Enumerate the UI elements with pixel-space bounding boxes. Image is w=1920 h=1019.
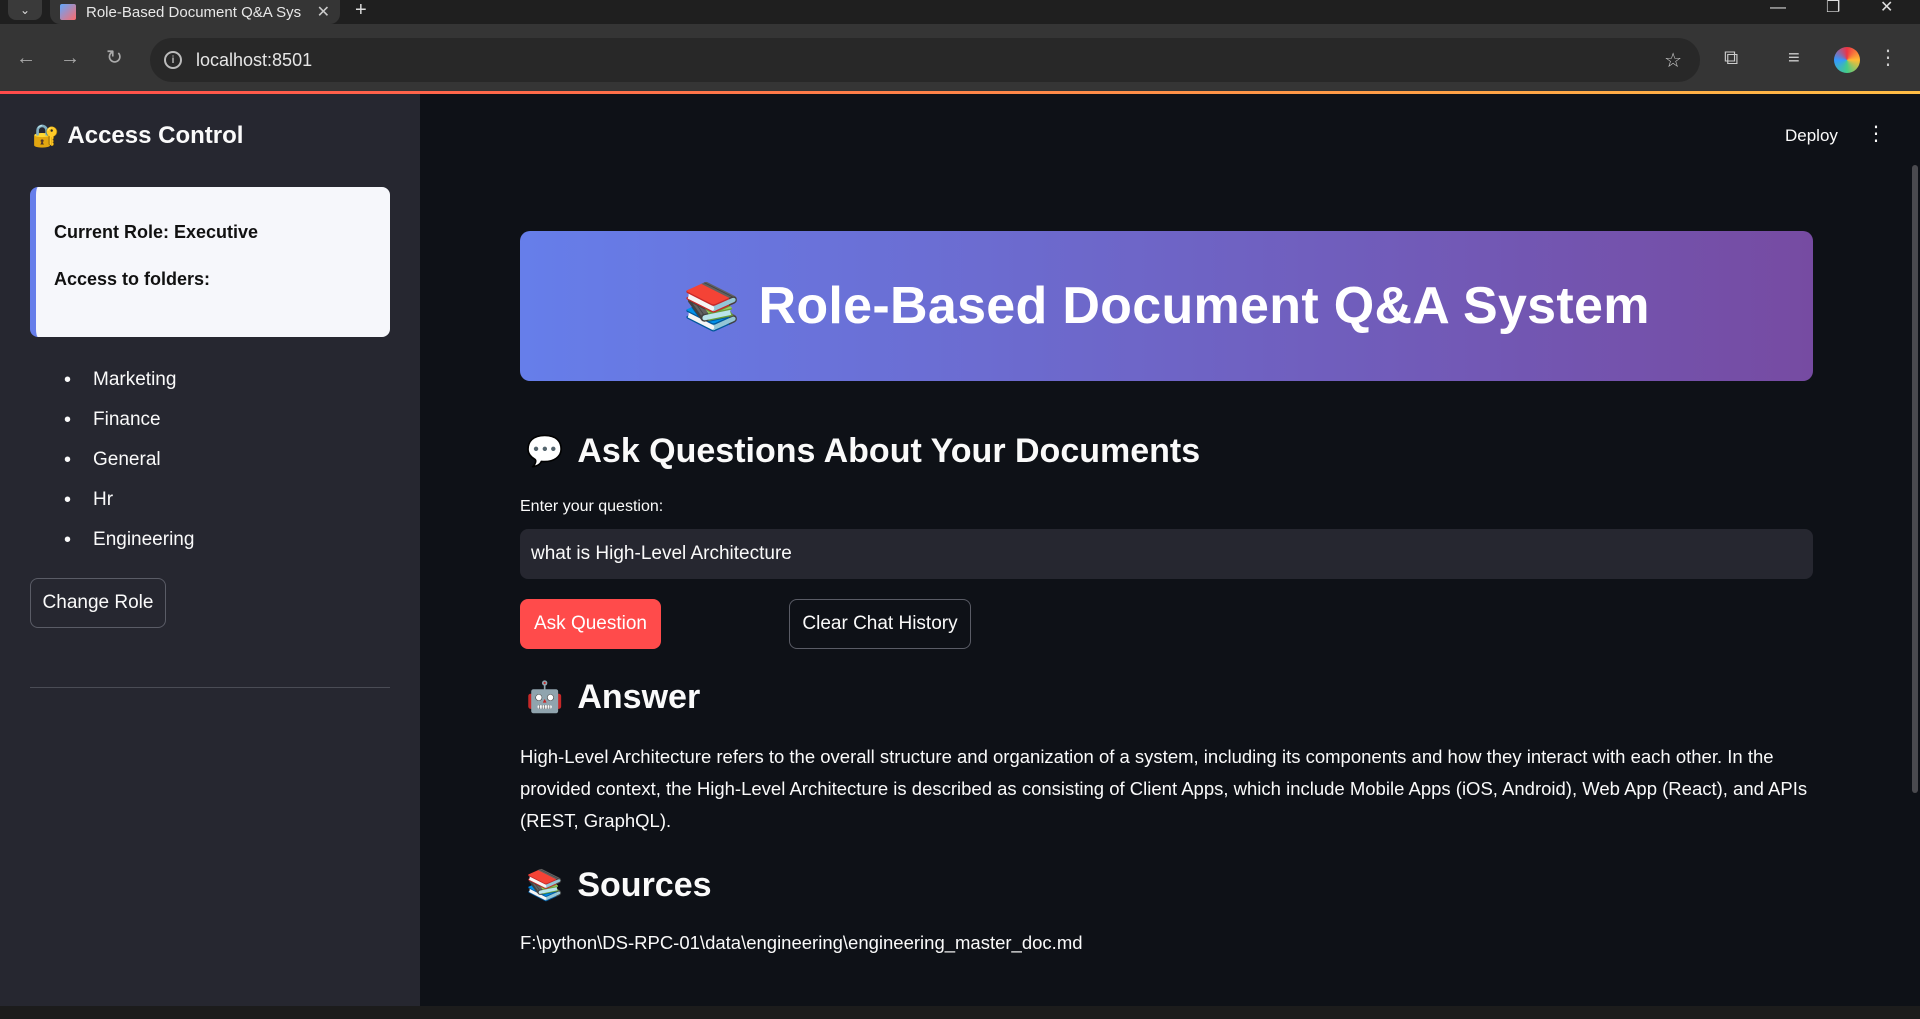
folder-item: Hr (62, 480, 194, 520)
deploy-button[interactable]: Deploy (1785, 126, 1838, 146)
sidebar-title-text: Access Control (67, 122, 244, 149)
answer-text: High-Level Architecture refers to the ov… (520, 746, 1808, 831)
speech-bubble-icon: 💬 (526, 435, 564, 468)
folder-list: Marketing Finance General Hr Engineering (62, 360, 194, 560)
profile-avatar[interactable] (1834, 47, 1860, 73)
title-banner: 📚 Role-Based Document Q&A System (520, 231, 1813, 381)
tab-search-button[interactable]: ⌄ (8, 0, 42, 20)
new-tab-icon[interactable]: + (355, 0, 367, 20)
window-close-icon[interactable]: ✕ (1880, 0, 1893, 16)
current-role-text: Current Role: Executive (54, 222, 259, 242)
change-role-button[interactable]: Change Role (30, 578, 166, 628)
browser-tab[interactable]: Role-Based Document Q&A Sys ✕ (50, 0, 340, 24)
address-url: localhost:8501 (196, 49, 313, 70)
folder-item: Engineering (62, 520, 194, 560)
tab-favicon-icon (60, 4, 76, 20)
locked-with-key-icon: 🔐 (32, 123, 60, 148)
scrollbar[interactable] (1912, 165, 1918, 793)
extensions-icon[interactable]: ⧉ (1724, 48, 1738, 68)
robot-icon: 🤖 (526, 681, 564, 714)
bookmark-star-icon[interactable]: ☆ (1664, 48, 1682, 73)
ask-question-button[interactable]: Ask Question (520, 599, 661, 649)
reload-icon[interactable]: ↻ (106, 48, 123, 68)
role-info-card: Current Role: Executive Access to folder… (30, 187, 390, 337)
answer-heading-text: Answer (577, 678, 701, 716)
ask-heading-text: Ask Questions About Your Documents (577, 432, 1201, 470)
sources-heading: 📚 Sources (526, 866, 712, 905)
sources-heading-text: Sources (577, 866, 712, 904)
chevron-down-icon: ⌄ (19, 3, 31, 17)
browser-menu-icon[interactable]: ⋮ (1878, 48, 1898, 68)
browser-tab-strip: ⌄ Role-Based Document Q&A Sys ✕ + — ❐ ✕ (0, 0, 1920, 24)
sidebar-divider (30, 687, 390, 688)
access-folders-label: Access to folders: (54, 269, 211, 289)
ask-heading: 💬 Ask Questions About Your Documents (526, 432, 1200, 471)
site-info-icon[interactable]: i (164, 51, 182, 69)
restore-icon[interactable]: ❐ (1826, 0, 1840, 16)
folder-item: Marketing (62, 360, 194, 400)
question-label: Enter your question: (520, 498, 664, 515)
sidebar-title: 🔐 Access Control (32, 122, 243, 150)
page-title: Role-Based Document Q&A System (758, 277, 1650, 335)
source-path: F:\python\DS-RPC-01\data\engineering\eng… (520, 932, 1083, 953)
os-taskbar (0, 1006, 1920, 1019)
back-arrow-icon[interactable]: ← (16, 48, 36, 68)
folder-item: General (62, 440, 194, 480)
books-icon: 📚 (683, 279, 741, 332)
media-controls-icon[interactable]: ≡ (1788, 48, 1800, 68)
folder-item: Finance (62, 400, 194, 440)
answer-heading: 🤖 Answer (526, 678, 700, 717)
forward-arrow-icon[interactable]: → (60, 48, 80, 68)
clear-chat-history-button[interactable]: Clear Chat History (789, 599, 971, 649)
tab-title: Role-Based Document Q&A Sys (86, 3, 302, 21)
minimize-icon[interactable]: — (1770, 0, 1786, 16)
address-bar[interactable]: i localhost:8501 ☆ (150, 38, 1700, 82)
question-input[interactable] (520, 529, 1813, 579)
books-icon: 📚 (526, 869, 564, 902)
main-menu-icon[interactable]: ⋮ (1866, 124, 1886, 144)
close-icon[interactable]: ✕ (317, 2, 330, 22)
